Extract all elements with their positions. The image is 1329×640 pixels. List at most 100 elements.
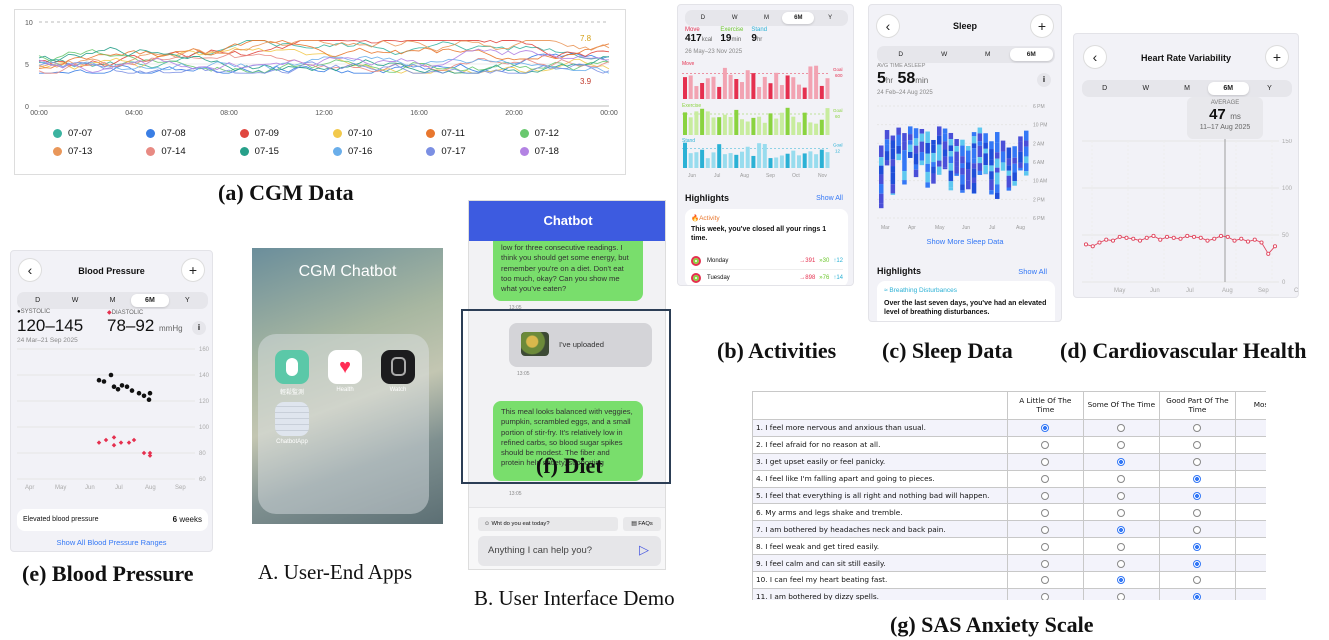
info-icon[interactable]: i — [192, 321, 206, 335]
sleep-stage-segment — [995, 184, 1000, 193]
sas-radio[interactable] — [1193, 458, 1202, 467]
quick-reply-chip[interactable]: ☺ Wht do you eat today? — [478, 517, 618, 531]
segment-d[interactable]: D — [879, 48, 923, 61]
sas-question-row: 6. My arms and legs shake and tremble. — [752, 503, 1266, 522]
activity-goal-value: 60 — [835, 114, 841, 119]
sas-radio[interactable] — [1117, 593, 1126, 600]
bp-date-range: 24 Mar–21 Sep 2025 — [17, 337, 78, 344]
sleep-highlight-card[interactable]: ≈ Breathing Disturbances Over the last s… — [877, 281, 1055, 321]
segment-m[interactable]: M — [751, 12, 783, 24]
segment-w[interactable]: W — [1125, 82, 1166, 95]
segment-6m[interactable]: 6M — [131, 294, 169, 307]
sas-radio[interactable] — [1193, 542, 1202, 551]
sas-radio[interactable] — [1193, 559, 1202, 568]
sas-radio[interactable] — [1041, 424, 1050, 433]
activities-period-selector[interactable]: D W M 6M Y — [685, 10, 848, 26]
hrv-period-selector[interactable]: D W M 6M Y — [1082, 80, 1292, 97]
hrv-y-tick: 100 — [1282, 186, 1293, 192]
sas-question: 6. My arms and legs shake and tremble. — [752, 503, 1008, 522]
sas-radio[interactable] — [1193, 593, 1202, 600]
sas-radio[interactable] — [1117, 508, 1126, 517]
mouse-app-icon[interactable] — [275, 350, 309, 384]
sas-radio[interactable] — [1041, 441, 1050, 450]
sleep-stage-segment — [1024, 140, 1029, 147]
segment-6m[interactable]: 6M — [1207, 82, 1249, 95]
activity-goal-label: Goal — [833, 67, 843, 72]
segment-y[interactable]: Y — [1249, 82, 1290, 95]
hrv-point — [1164, 234, 1170, 239]
sleep-stage-segment — [879, 203, 884, 209]
segment-d[interactable]: D — [19, 294, 56, 307]
segment-y[interactable]: Y — [814, 12, 846, 24]
sleep-stage-segment — [902, 150, 907, 163]
sas-radio[interactable] — [1117, 424, 1126, 433]
sleep-stage-segment — [983, 153, 988, 166]
sas-radio[interactable] — [1193, 441, 1202, 450]
sas-radio[interactable] — [1117, 576, 1126, 585]
show-more-sleep-link[interactable]: Show More Sleep Data — [869, 237, 1061, 246]
faqs-chip[interactable]: ▤ FAQs — [623, 517, 661, 531]
sas-radio[interactable] — [1193, 475, 1202, 484]
sas-radio[interactable] — [1041, 593, 1050, 600]
sas-radio[interactable] — [1193, 525, 1202, 534]
sas-radio[interactable] — [1193, 492, 1202, 500]
sas-answer-cell — [1234, 571, 1266, 589]
sas-radio[interactable] — [1041, 458, 1050, 467]
add-button[interactable]: + — [182, 259, 204, 281]
sas-radio[interactable] — [1041, 508, 1050, 517]
add-button[interactable]: + — [1266, 46, 1288, 68]
watch-app-icon[interactable] — [381, 350, 415, 384]
activity-bar — [705, 78, 710, 99]
segment-m[interactable]: M — [1166, 82, 1207, 95]
segment-d[interactable]: D — [1084, 82, 1125, 95]
sleep-period-selector[interactable]: D W M 6M — [877, 46, 1055, 63]
chatbot-app-icon[interactable] — [275, 402, 309, 436]
segment-w[interactable]: W — [56, 294, 93, 307]
sas-radio[interactable] — [1041, 542, 1050, 551]
sas-radio[interactable] — [1041, 525, 1050, 534]
sas-radio[interactable] — [1041, 576, 1050, 585]
bp-systolic-point — [141, 393, 147, 399]
segment-m[interactable]: M — [966, 48, 1010, 61]
activities-highlight-card[interactable]: 🔥Activity This week, you've closed all y… — [685, 209, 848, 285]
segment-6m[interactable]: 6M — [782, 12, 815, 24]
sas-radio[interactable] — [1041, 559, 1050, 568]
sas-radio[interactable] — [1117, 559, 1126, 568]
segment-m[interactable]: M — [94, 294, 131, 307]
health-app-icon[interactable]: ♥ — [328, 350, 362, 384]
sas-radio[interactable] — [1117, 525, 1126, 534]
bp-y-tick: 140 — [199, 373, 210, 379]
elevated-bp-card[interactable]: Elevated blood pressure 6 weeks — [17, 509, 208, 531]
sas-radio[interactable] — [1117, 542, 1126, 551]
segment-w[interactable]: W — [719, 12, 751, 24]
chat-input[interactable]: Anything I can help you? ▷ — [478, 536, 661, 566]
show-all-bp-ranges-link[interactable]: Show All Blood Pressure Ranges — [11, 538, 212, 547]
activity-day-row[interactable]: Tuesday → 898» 76 ↑ 14 — [691, 269, 843, 285]
sleep-highlight-text: Over the last seven days, you've had an … — [884, 300, 1047, 317]
bp-period-selector[interactable]: D W M 6M Y — [17, 292, 208, 309]
sleep-stage-segment — [977, 141, 983, 146]
segment-d[interactable]: D — [687, 12, 719, 24]
segment-y[interactable]: Y — [169, 294, 206, 307]
sas-radio[interactable] — [1193, 508, 1202, 517]
send-icon[interactable]: ▷ — [639, 542, 649, 558]
segment-w[interactable]: W — [923, 48, 967, 61]
info-icon[interactable]: i — [1037, 73, 1051, 87]
sas-radio[interactable] — [1117, 458, 1126, 467]
sas-radio[interactable] — [1041, 475, 1050, 484]
sas-radio[interactable] — [1117, 475, 1126, 484]
sas-radio[interactable] — [1041, 492, 1050, 500]
segment-6m[interactable]: 6M — [1009, 48, 1053, 61]
sleep-show-all[interactable]: Show All — [1018, 267, 1047, 276]
add-button[interactable]: + — [1031, 15, 1053, 37]
sas-radio[interactable] — [1117, 492, 1126, 500]
sleep-stage-segment — [902, 180, 907, 185]
sas-answer-cell — [1006, 571, 1084, 589]
sleep-stage-segment — [931, 162, 936, 167]
sas-radio[interactable] — [1193, 576, 1202, 585]
sas-radio[interactable] — [1117, 441, 1126, 450]
activities-show-all[interactable]: Show All — [816, 195, 843, 202]
sleep-stage-segment — [1006, 165, 1012, 171]
activity-day-row[interactable]: Monday → 391» 30 ↑ 12 — [691, 253, 843, 269]
sas-radio[interactable] — [1193, 424, 1202, 433]
